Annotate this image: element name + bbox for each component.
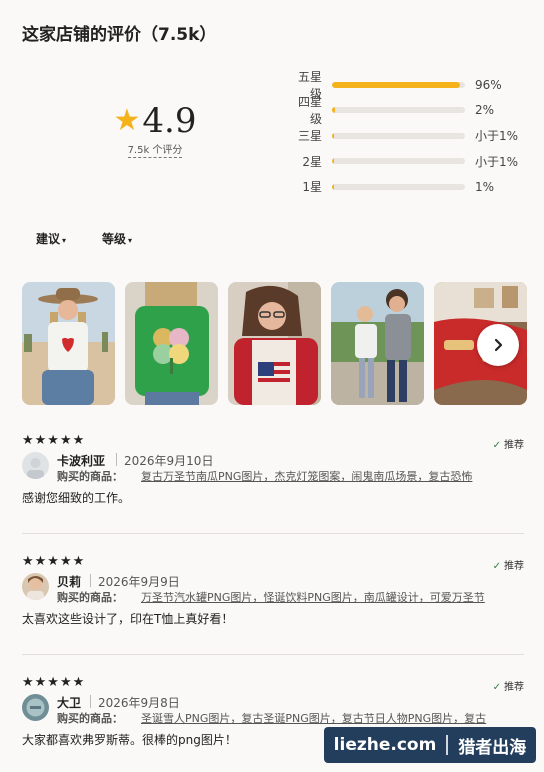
rating-count[interactable]: 7.5k 个评分 bbox=[127, 141, 183, 158]
review-stars: ★★★★★ bbox=[22, 675, 86, 690]
review-stars: ★★★★★ bbox=[22, 554, 86, 569]
distribution-row-4: 四星级 2% bbox=[288, 95, 538, 126]
purchased-item-label: 购买的商品： bbox=[57, 712, 123, 725]
review-text: 太喜欢这些设计了，印在T恤上真好看！ bbox=[22, 612, 234, 626]
distribution-percent: 96% bbox=[475, 77, 502, 92]
filter-label: 等级 bbox=[102, 232, 127, 246]
watermark-divider bbox=[446, 735, 449, 755]
star-icon: ★ bbox=[113, 103, 141, 138]
distribution-label: 1星 bbox=[302, 180, 322, 195]
review-date: 2026年9月9日 bbox=[98, 575, 180, 589]
recommend-badge: ✓ 推荐 bbox=[493, 436, 524, 451]
distribution-fill bbox=[332, 81, 460, 88]
distribution-row-1: 1星 1% bbox=[288, 174, 538, 200]
review-text: 感谢您细致的工作。 bbox=[22, 491, 131, 505]
distribution-track bbox=[332, 132, 465, 139]
watermark-badge: liezhe.com 猎者出海 bbox=[324, 727, 536, 763]
purchased-item-link[interactable]: 万圣节汽水罐PNG图片，怪诞饮料PNG图片，南瓜罐设计，可爱万圣节 bbox=[141, 589, 521, 605]
review-date: 2026年9月8日 bbox=[98, 696, 180, 710]
sort-rating-dropdown[interactable]: 等级 ▾ bbox=[102, 230, 132, 247]
review-photo[interactable] bbox=[228, 282, 321, 405]
sort-filters: 建议 ▾ 等级 ▾ bbox=[36, 230, 168, 247]
meta-divider bbox=[90, 695, 91, 708]
distribution-track bbox=[332, 183, 465, 190]
rating-summary: ★ 4.9 7.5k 个评分 bbox=[100, 104, 210, 158]
purchased-item-link[interactable]: 圣诞雪人PNG图片，复古圣诞PNG图片，复古节日人物PNG图片，复古 bbox=[141, 710, 521, 726]
avatar[interactable] bbox=[22, 573, 49, 600]
purchased-item-link[interactable]: 复古万圣节南瓜PNG图片，杰克灯笼图案，闹鬼南瓜场景，复古恐怖 bbox=[141, 468, 521, 484]
rating-distribution: 五星级 96% 四星级 2% 三星 小于1% 2星 小于1% 1星 1% bbox=[288, 70, 538, 200]
distribution-percent: 2% bbox=[475, 103, 495, 118]
distribution-label: 四星级 bbox=[297, 95, 322, 127]
meta-divider bbox=[90, 574, 91, 587]
distribution-row-3: 三星 小于1% bbox=[288, 123, 538, 149]
distribution-percent: 小于1% bbox=[475, 129, 519, 144]
distribution-percent: 小于1% bbox=[475, 154, 519, 169]
caret-down-icon: ▾ bbox=[62, 236, 67, 245]
avatar[interactable] bbox=[22, 452, 49, 479]
divider bbox=[22, 654, 524, 655]
filter-label: 建议 bbox=[36, 232, 61, 246]
chevron-right-icon bbox=[494, 338, 503, 352]
distribution-fill bbox=[332, 107, 335, 114]
review-photo-strip bbox=[22, 282, 537, 405]
distribution-fill bbox=[332, 158, 334, 165]
distribution-percent: 1% bbox=[475, 179, 495, 194]
sort-suggested-dropdown[interactable]: 建议 ▾ bbox=[36, 230, 66, 247]
review-item: ★★★★★ ✓ 推荐 贝莉 2026年9月9日 购买的商品： 万圣节汽水罐PNG图… bbox=[22, 554, 524, 627]
distribution-label: 2星 bbox=[302, 154, 322, 169]
purchased-item-label: 购买的商品： bbox=[57, 470, 123, 483]
distribution-fill bbox=[332, 183, 334, 190]
distribution-track bbox=[332, 158, 465, 165]
distribution-label: 三星 bbox=[297, 129, 322, 144]
review-photo[interactable] bbox=[125, 282, 218, 405]
distribution-track bbox=[332, 81, 465, 88]
avatar[interactable] bbox=[22, 694, 49, 721]
watermark-brand: 猎者出海 bbox=[458, 737, 527, 758]
watermark-domain: liezhe.com bbox=[333, 735, 437, 755]
divider bbox=[22, 533, 524, 534]
recommend-badge: ✓ 推荐 bbox=[493, 678, 524, 693]
review-item: ★★★★★ ✓ 推荐 卡波利亚 2026年9月10日 购买的商品： 复古万圣节南瓜… bbox=[22, 433, 524, 506]
review-date: 2026年9月10日 bbox=[124, 454, 214, 468]
distribution-track bbox=[332, 107, 465, 114]
reviewer-name[interactable]: 卡波利亚 bbox=[57, 452, 105, 469]
reviewer-name[interactable]: 贝莉 bbox=[57, 573, 81, 590]
review-stars: ★★★★★ bbox=[22, 433, 86, 448]
caret-down-icon: ▾ bbox=[128, 236, 133, 245]
review-photo[interactable] bbox=[22, 282, 115, 405]
meta-divider bbox=[116, 453, 117, 466]
purchased-item-label: 购买的商品： bbox=[57, 591, 123, 604]
reviewer-name[interactable]: 大卫 bbox=[57, 694, 81, 711]
photos-next-button[interactable] bbox=[477, 324, 519, 366]
recommend-badge: ✓ 推荐 bbox=[493, 557, 524, 572]
reviews-title: 这家店铺的评价（7.5k） bbox=[22, 25, 217, 45]
distribution-fill bbox=[332, 132, 334, 139]
distribution-row-2: 2星 小于1% bbox=[288, 149, 538, 175]
review-photo[interactable] bbox=[331, 282, 424, 405]
average-rating: 4.9 bbox=[142, 101, 197, 141]
